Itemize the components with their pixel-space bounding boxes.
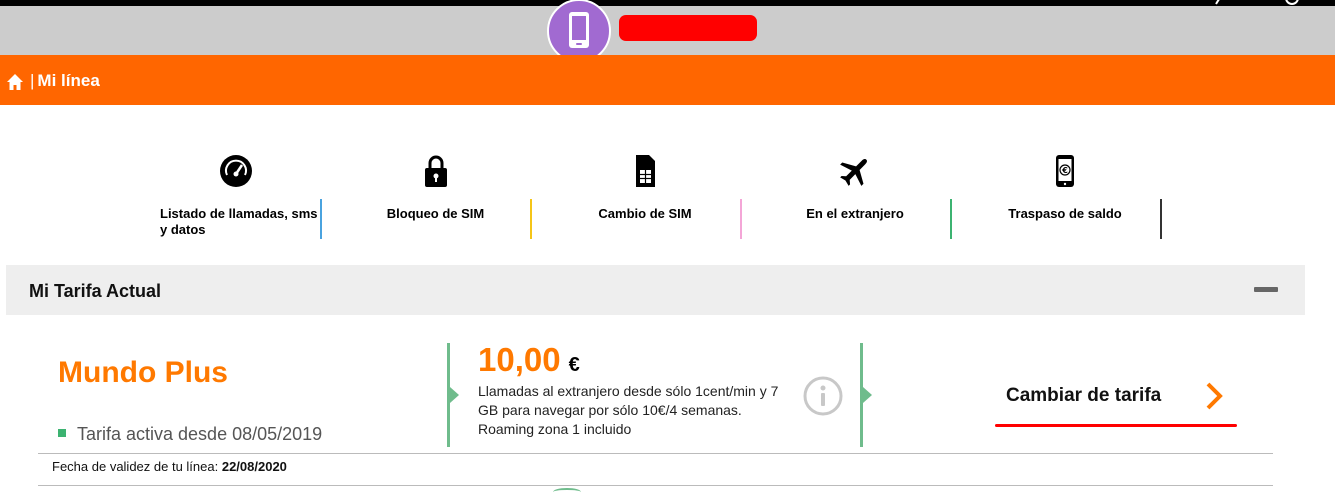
line-avatar[interactable] (547, 0, 611, 63)
shortcut-label: Cambio de SIM (598, 206, 692, 221)
validity-label: Fecha de validez de tu línea: (52, 459, 222, 474)
shortcut-sim-lock[interactable]: Bloqueo de SIM (339, 154, 532, 244)
shortcut-label: Traspaso de saldo (1008, 206, 1122, 221)
breadcrumb: | Mi línea (30, 71, 100, 91)
phone-euro-icon: € (1056, 155, 1074, 187)
home-icon[interactable] (6, 73, 24, 91)
change-plan-button[interactable]: Cambiar de tarifa (995, 375, 1237, 427)
breadcrumb-bar (0, 55, 1335, 105)
shortcut-label: En el extranjero (806, 206, 904, 221)
row-divider (38, 485, 1273, 486)
shortcut-divider (530, 199, 532, 239)
speedometer-icon (220, 155, 252, 187)
section-divider (860, 343, 872, 447)
info-icon[interactable] (803, 376, 843, 416)
airplane-icon (840, 159, 867, 186)
shortcut-sim-change[interactable]: Cambio de SIM (548, 154, 742, 244)
shortcut-abroad[interactable]: En el extranjero (758, 154, 952, 244)
collapse-icon[interactable] (1254, 287, 1278, 292)
shortcut-label: Listado de llamadas, sms y datos (160, 206, 318, 237)
svg-text:€: € (1061, 166, 1068, 175)
smartphone-icon (569, 12, 589, 48)
validity-date: 22/08/2020 (221, 459, 287, 474)
shortcut-balance-transfer[interactable]: € Traspaso de saldo (968, 154, 1162, 244)
lock-icon (424, 155, 447, 187)
row-divider (38, 453, 1273, 454)
plan-active-since: Tarifa activa desde 08/05/2019 (77, 424, 323, 444)
page-title: Mi línea (37, 71, 100, 90)
divider-pointer-icon (863, 387, 872, 403)
section-divider (447, 343, 459, 447)
divider-pointer-icon (450, 387, 459, 403)
section-title: Mi Tarifa Actual (29, 281, 162, 301)
redacted-phone-number (619, 15, 757, 41)
line-validity: Fecha de validez de tu línea: 22/08/2020 (52, 459, 287, 474)
price-value: 10,00 (478, 341, 561, 378)
price-currency: € (568, 354, 580, 376)
plan-price: 10,00 € (478, 341, 580, 379)
sim-card-icon (636, 155, 655, 187)
highlight-underline (995, 424, 1237, 427)
chevron-right-icon (1206, 382, 1223, 410)
shortcut-divider (950, 199, 952, 239)
plan-description: Llamadas al extranjero desde sólo 1cent/… (478, 383, 779, 437)
shortcut-divider (320, 199, 322, 239)
shortcut-label: Bloqueo de SIM (386, 206, 485, 221)
plan-status: Tarifa activa desde 08/05/2019 (58, 424, 322, 445)
plan-name: Mundo Plus (58, 356, 228, 389)
breadcrumb-separator: | (30, 71, 35, 90)
next-section-icon (553, 488, 581, 496)
tariff-section-header[interactable]: Mi Tarifa Actual (6, 265, 1305, 315)
change-plan-label: Cambiar de tarifa (1006, 385, 1162, 406)
status-square-icon (58, 429, 66, 437)
shortcut-call-history[interactable]: Listado de llamadas, sms y datos (150, 154, 322, 244)
shortcut-divider (740, 199, 742, 239)
shortcut-divider (1160, 199, 1162, 239)
